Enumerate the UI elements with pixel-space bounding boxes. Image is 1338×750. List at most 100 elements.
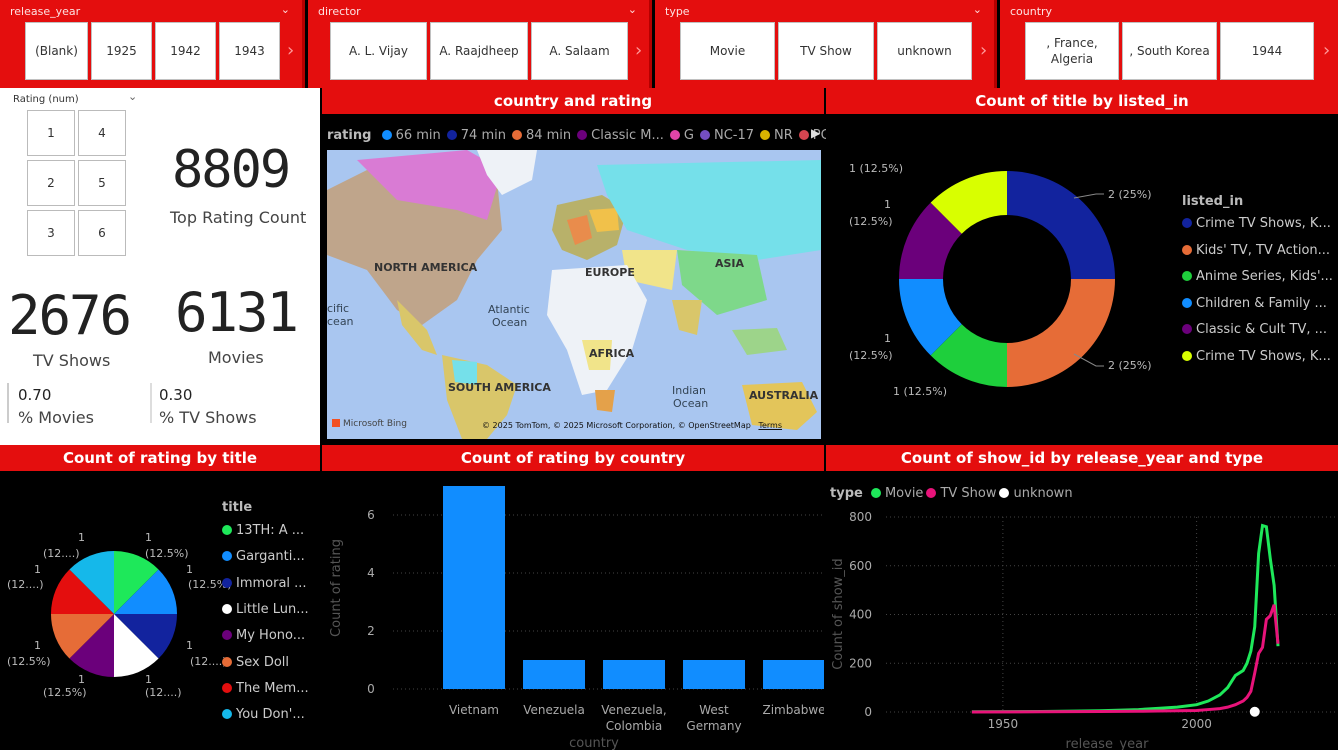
rating-button[interactable]: 6: [78, 210, 126, 256]
slicer-button[interactable]: TV Show: [778, 22, 874, 80]
legend-label: Little Lun...: [236, 601, 309, 617]
bar: [763, 660, 824, 689]
legend-item[interactable]: You Don'...: [222, 707, 305, 722]
terms-link[interactable]: Terms: [758, 421, 782, 430]
copyright-text: © 2025 TomTom, © 2025 Microsoft Corporat…: [482, 421, 751, 430]
data-label: (12.5%): [849, 349, 893, 362]
legend-item[interactable]: The Mem...: [222, 681, 309, 696]
slicer-button[interactable]: , South Korea: [1122, 22, 1217, 80]
donut-slice: [1007, 279, 1115, 387]
legend-item[interactable]: Garganti...: [222, 549, 305, 564]
chevron-right-icon[interactable]: ›: [1323, 40, 1330, 61]
chevron-right-icon[interactable]: ›: [980, 40, 987, 61]
legend-item[interactable]: NC-17: [699, 128, 755, 143]
rating-button[interactable]: 5: [78, 160, 126, 206]
slicer-button[interactable]: A. L. Vijay: [330, 22, 427, 80]
slicer-button[interactable]: 1943: [219, 22, 280, 80]
y-axis-label: Count of show_id: [831, 558, 846, 669]
legend-label: Kids' TV, TV Action...: [1196, 242, 1331, 258]
pct-movies-value: 0.70: [18, 386, 52, 404]
line-visual[interactable]: type Movie TV Show unknown 0 200 400 600 800 19…: [826, 471, 1338, 750]
legend-item[interactable]: Crime TV Shows, K...: [1182, 349, 1331, 364]
line-chart[interactable]: 0 200 400 600 800 1950 2000 Count of show_idrel…: [826, 471, 1338, 750]
slicer-button[interactable]: A. Salaam: [531, 22, 628, 80]
chevron-right-icon[interactable]: ›: [287, 40, 294, 61]
legend-item[interactable]: 66 min: [381, 128, 441, 143]
data-label: 1: [186, 563, 193, 576]
legend-label: Children & Family ...: [1196, 295, 1327, 311]
chevron-right-icon[interactable]: ›: [635, 40, 642, 61]
slicer-button[interactable]: (Blank): [25, 22, 88, 80]
caret-right-icon[interactable]: ▶: [811, 126, 820, 140]
chevron-down-icon[interactable]: ⌄: [973, 3, 982, 16]
bar-chart[interactable]: 0 2 4 6 Count of rating Vietnam Venezuela Venez…: [322, 471, 824, 750]
data-label: 1: [34, 639, 41, 652]
legend-label: NC-17: [713, 128, 755, 143]
tv-shows-value: 2676: [8, 284, 132, 347]
data-label: 1: [884, 198, 891, 211]
data-label: 2 (25%): [1108, 188, 1152, 201]
legend-item[interactable]: Little Lun...: [222, 602, 309, 617]
legend-dot: [222, 656, 232, 667]
legend-dot: [222, 630, 232, 641]
director-slicer[interactable]: director ⌄ A. L. Vijay A. Raajdheep A. S…: [308, 0, 652, 88]
chevron-down-icon[interactable]: ⌄: [128, 90, 137, 103]
legend-item[interactable]: Anime Series, Kids'...: [1182, 269, 1333, 284]
slicer-button[interactable]: 1925: [91, 22, 152, 80]
slicer-button[interactable]: 1944: [1220, 22, 1314, 80]
legend-item[interactable]: Classic M...: [577, 128, 664, 143]
map-label-pacific: cific: [327, 302, 350, 315]
country-slicer[interactable]: country , France, Algeria , South Korea …: [1000, 0, 1338, 88]
x-tick-label: Zimbabwe: [762, 703, 824, 717]
rating-button[interactable]: 1: [27, 110, 75, 156]
rating-button[interactable]: 4: [78, 110, 126, 156]
slicer-title: type: [665, 5, 690, 18]
legend-title: rating: [327, 128, 372, 143]
legend-item[interactable]: 13TH: A ...: [222, 523, 304, 538]
chevron-down-icon[interactable]: ⌄: [628, 3, 637, 16]
data-label: 1 (12.5%): [893, 385, 947, 398]
bar-visual[interactable]: 0 2 4 6 Count of rating Vietnam Venezuela Venez…: [322, 471, 824, 750]
slicer-button[interactable]: unknown: [877, 22, 972, 80]
release-year-slicer[interactable]: release_year ⌄ (Blank) 1925 1942 1943 ›: [0, 0, 305, 88]
legend-item[interactable]: 84 min: [511, 128, 571, 143]
pie-visual[interactable]: 1 (12.5%) 1 (12.5%) 1 (12....) 1 (12....) 1 (12.5…: [0, 471, 320, 750]
legend-item[interactable]: Children & Family ...: [1182, 296, 1327, 311]
donut-slice: [1007, 171, 1115, 279]
legend-dot: [222, 709, 232, 720]
map-visual[interactable]: rating 66 min 74 min 84 min Classic M... G NC…: [322, 114, 831, 445]
bing-brand: Microsoft Bing: [343, 419, 407, 429]
legend-item[interactable]: Kids' TV, TV Action...: [1182, 243, 1330, 258]
rating-button[interactable]: 3: [27, 210, 75, 256]
legend-item[interactable]: Sex Doll: [222, 655, 289, 670]
pct-tv-value: 0.30: [159, 386, 193, 404]
leader-line: [1073, 193, 1104, 199]
legend-label: Garganti...: [236, 549, 305, 565]
legend-item[interactable]: 74 min: [446, 128, 506, 143]
map-label-atlantic-ocean: Ocean: [492, 316, 528, 329]
legend-label: My Hono...: [236, 628, 306, 644]
legend-item[interactable]: NR: [760, 128, 793, 143]
slicer-button[interactable]: Movie: [680, 22, 775, 80]
legend-item[interactable]: G: [669, 128, 694, 143]
x-tick-label: Germany: [686, 719, 741, 733]
legend-item[interactable]: Crime TV Shows, K...: [1182, 216, 1331, 231]
data-label: 1: [186, 639, 193, 652]
slicer-button[interactable]: A. Raajdheep: [430, 22, 528, 80]
chevron-down-icon[interactable]: ⌄: [281, 3, 290, 16]
legend-title: title: [222, 500, 253, 515]
legend-item[interactable]: My Hono...: [222, 628, 305, 643]
legend-dot: [798, 130, 809, 140]
legend-item[interactable]: Immoral ...: [222, 576, 307, 591]
world-map[interactable]: [327, 150, 821, 439]
movies-label: Movies: [208, 348, 264, 367]
slicer-button[interactable]: , France, Algeria: [1025, 22, 1119, 80]
slicer-title: release_year: [10, 5, 81, 18]
x-axis-label: country: [569, 736, 619, 750]
slicer-button[interactable]: 1942: [155, 22, 216, 80]
type-slicer[interactable]: type ⌄ Movie TV Show unknown ›: [655, 0, 997, 88]
donut-visual[interactable]: 2 (25%) 2 (25%) 1 (12.5%) 1 (12.5%) 1 (12.5%) 1…: [826, 114, 1338, 445]
rating-button[interactable]: 2: [27, 160, 75, 206]
legend-label: The Mem...: [236, 680, 309, 696]
legend-item[interactable]: Classic & Cult TV, ...: [1182, 322, 1327, 337]
